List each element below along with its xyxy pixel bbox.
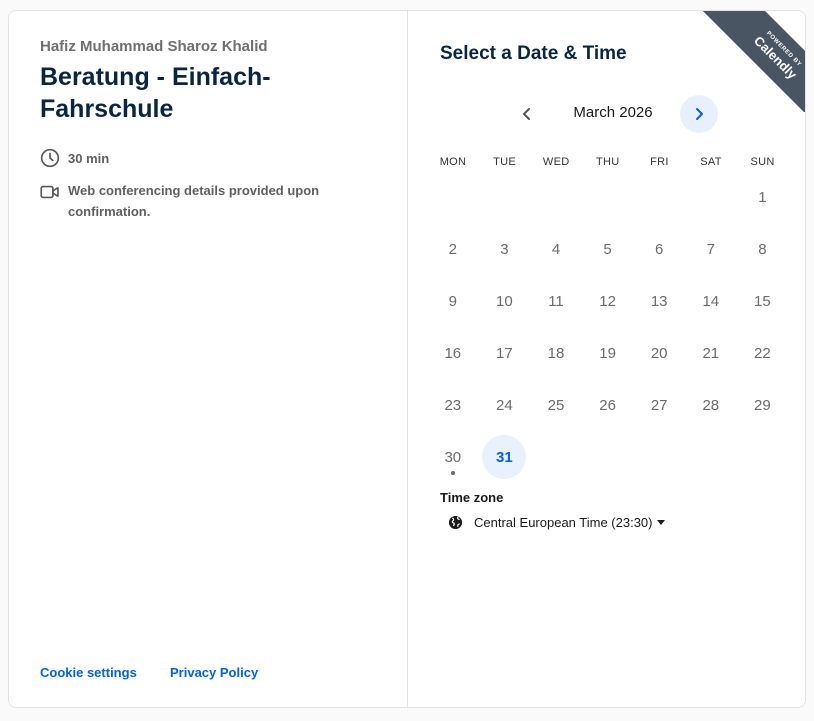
day-7: 7 <box>706 240 715 258</box>
day-2: 2 <box>448 240 457 258</box>
event-duration: 30 min <box>40 148 109 169</box>
video-camera-icon <box>40 185 59 199</box>
booking-card: Hafiz Muhammad Sharoz Khalid Beratung - … <box>8 10 806 708</box>
day-17: 17 <box>496 344 513 362</box>
conferencing-details: Web conferencing details provided upon c… <box>68 183 320 219</box>
day-28: 28 <box>702 396 720 414</box>
day-19: 19 <box>599 344 616 362</box>
day-6: 6 <box>655 240 664 258</box>
badge-ribbon: POWERED BY Calendly <box>701 11 805 112</box>
date-picker-panel: Select a Date & Time March 2026 MON TUE WE… <box>408 11 805 707</box>
day-9: 9 <box>448 292 457 310</box>
powered-by-calendly-badge[interactable]: POWERED BY Calendly <box>701 11 805 112</box>
day-4: 4 <box>551 240 561 258</box>
timezone-label: Time zone <box>440 490 504 505</box>
date-picker-heading: Select a Date & Time <box>440 43 627 64</box>
day-26: 26 <box>599 396 616 414</box>
clock-icon <box>40 148 60 168</box>
day-31[interactable]: 31 <box>482 435 527 479</box>
weekday-header: MON TUE WED THU FRI SAT SUN <box>427 156 787 170</box>
day-5: 5 <box>603 240 612 258</box>
event-location: Web conferencing details provided upon c… <box>40 180 360 222</box>
weekday-mon: MON <box>439 156 467 168</box>
day-25: 25 <box>547 396 565 414</box>
timezone-value: Central European Time (23:30) <box>474 515 653 530</box>
day-3: 3 <box>500 240 509 258</box>
timezone-selector[interactable]: Central European Time (23:30) <box>448 515 666 530</box>
caret-down-icon <box>657 519 666 525</box>
previous-month-button[interactable] <box>508 95 546 133</box>
day-27: 27 <box>650 396 668 414</box>
duration-label: 30 min <box>68 151 110 166</box>
day-22: 22 <box>754 344 771 362</box>
day-23: 23 <box>444 396 462 414</box>
day-12: 12 <box>599 292 616 310</box>
chevron-left-icon <box>523 108 530 120</box>
month-navigation: March 2026 <box>508 95 722 133</box>
day-10: 10 <box>496 292 513 310</box>
day-15: 15 <box>754 292 771 310</box>
weekday-wed: WED <box>542 156 570 168</box>
calendar-grid: 1 2 3 4 5 6 7 8 9 10 11 12 13 14 15 16 17 18 19 20 21 22 23 24 2… <box>427 171 787 483</box>
day-11: 11 <box>548 292 564 310</box>
event-title: Beratung - Einfach-Fahrschule <box>40 63 271 123</box>
weekday-tue: TUE <box>493 156 517 168</box>
day-29: 29 <box>754 396 771 414</box>
day-18: 18 <box>547 344 565 362</box>
weekday-thu: THU <box>596 156 620 168</box>
event-details-panel: Hafiz Muhammad Sharoz Khalid Beratung - … <box>9 11 408 707</box>
day-24: 24 <box>496 396 513 414</box>
cookie-settings-link[interactable]: Cookie settings <box>40 665 137 680</box>
day-1: 1 <box>758 188 767 206</box>
current-month: March 2026 <box>573 104 653 121</box>
globe-icon <box>448 515 463 530</box>
weekday-sun: SUN <box>750 156 775 168</box>
day-20: 20 <box>650 344 668 362</box>
weekday-fri: FRI <box>650 156 669 168</box>
day-21: 21 <box>702 344 720 362</box>
day-13: 13 <box>650 292 668 310</box>
organizer-name: Hafiz Muhammad Sharoz Khalid <box>40 38 268 55</box>
day-8: 8 <box>758 240 767 258</box>
day-14: 14 <box>702 292 720 310</box>
today-indicator <box>450 471 455 475</box>
weekday-sat: SAT <box>700 156 722 168</box>
day-16: 16 <box>444 344 462 362</box>
day-30: 30 <box>431 435 475 479</box>
privacy-policy-link[interactable]: Privacy Policy <box>170 665 258 680</box>
